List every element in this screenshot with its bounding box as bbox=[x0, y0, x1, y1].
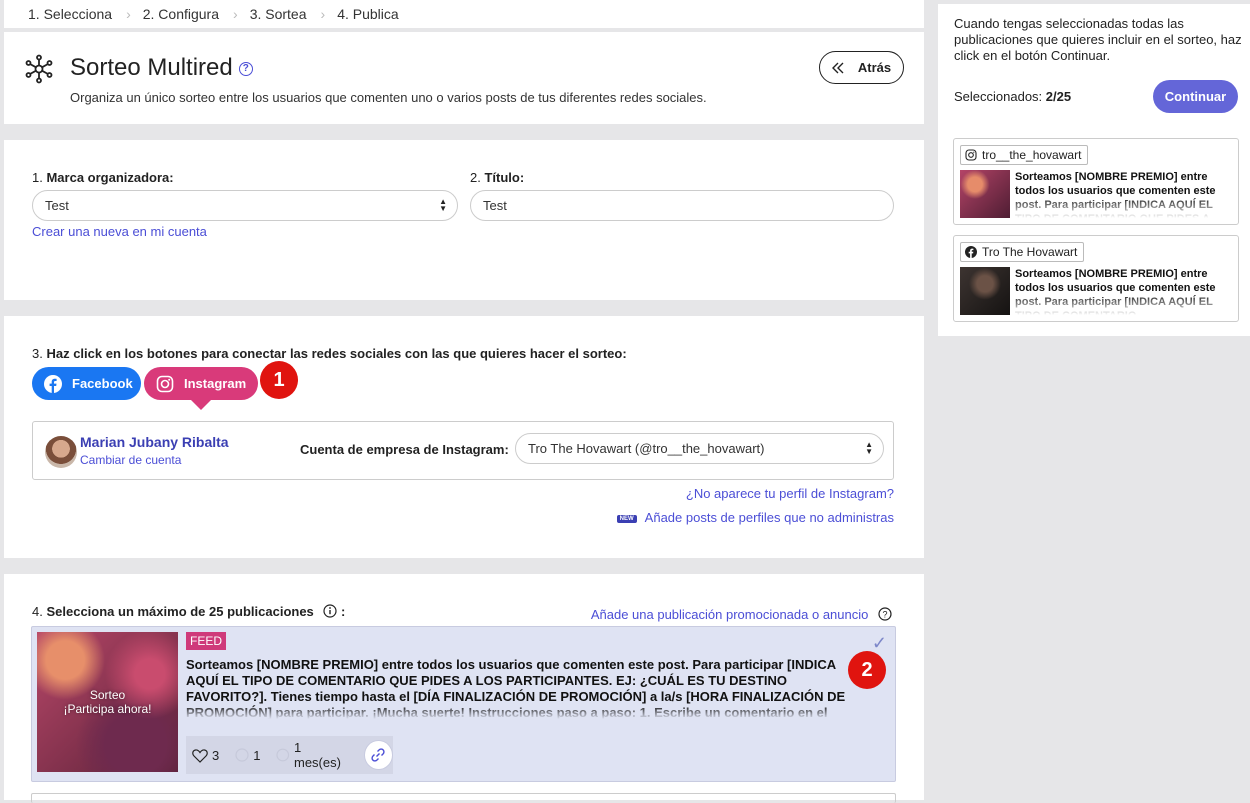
account-tag: tro__the_hovawart bbox=[960, 145, 1089, 165]
facebook-icon bbox=[44, 374, 62, 393]
brand-select[interactable]: Test ▲ ▼ bbox=[32, 190, 458, 221]
selected-post-thumbnail bbox=[960, 267, 1010, 315]
business-account-select[interactable]: Tro The Hovawart (@tro__the_hovawart) ▲ ▼ bbox=[515, 433, 884, 464]
selected-post-card[interactable]: Tro The Hovawart Sorteamos [NOMBRE PREMI… bbox=[953, 235, 1239, 322]
page-header: Sorteo Multired? Organiza un único sorte… bbox=[4, 32, 924, 124]
add-promoted-post-link[interactable]: Añade una publicación promocionada o anu… bbox=[591, 607, 892, 622]
select-arrows-icon: ▲ ▼ bbox=[865, 440, 873, 456]
brand-label: 1. Marca organizadora: bbox=[32, 170, 174, 185]
select-arrows-icon: ▲ ▼ bbox=[439, 197, 447, 213]
post-stats: 3 1 1 mes(es) bbox=[186, 736, 393, 774]
continue-button[interactable]: Continuar bbox=[1153, 80, 1238, 113]
posts-label: 4. Selecciona un máximo de 25 publicacio… bbox=[32, 604, 346, 619]
help-icon[interactable]: ? bbox=[878, 607, 892, 621]
post-card-next[interactable] bbox=[31, 793, 896, 803]
selected-post-card[interactable]: tro__the_hovawart Sorteamos [NOMBRE PREM… bbox=[953, 138, 1239, 225]
create-brand-link[interactable]: Crear una nueva en mi cuenta bbox=[32, 224, 207, 239]
step-select[interactable]: 1. Selecciona bbox=[28, 6, 112, 22]
account-tag-label: Tro The Hovawart bbox=[982, 245, 1078, 259]
add-promoted-post-label: Añade una publicación promocionada o anu… bbox=[590, 607, 869, 622]
title-input[interactable]: Test bbox=[470, 190, 894, 221]
post-type-tag: FEED bbox=[186, 632, 227, 650]
new-badge: NEW bbox=[616, 514, 637, 523]
double-chevron-left-icon bbox=[831, 62, 844, 73]
likes-stat: 3 bbox=[192, 748, 219, 763]
social-networks-section: 3. Haz click en los botones para conecta… bbox=[4, 316, 924, 558]
selected-count: Seleccionados: 2/25 bbox=[954, 89, 1072, 104]
page-subtitle: Organiza un único sorteo entre los usuar… bbox=[70, 90, 707, 105]
post-card-selected[interactable]: Sorteo ¡Participa ahora! FEED ✓ 2 Sorteam… bbox=[31, 626, 896, 782]
post-caption: Sorteamos [NOMBRE PREMIO] entre todos lo… bbox=[186, 657, 846, 719]
step-draw[interactable]: 3. Sortea bbox=[250, 6, 307, 22]
network-hub-icon bbox=[25, 54, 53, 84]
instagram-button-label: Instagram bbox=[184, 376, 247, 391]
back-button[interactable]: Atrás bbox=[819, 51, 904, 84]
sidebar-instructions: Cuando tengas seleccionadas todas las pu… bbox=[954, 16, 1242, 63]
posts-section: 4. Selecciona un máximo de 25 publicacio… bbox=[4, 574, 924, 803]
instagram-connect-button[interactable]: Instagram bbox=[144, 367, 258, 400]
selected-post-caption: Sorteamos [NOMBRE PREMIO] entre todos lo… bbox=[1015, 267, 1235, 315]
selected-post-thumbnail bbox=[960, 170, 1010, 218]
age-stat: 1 mes(es) bbox=[276, 740, 349, 770]
step-configure[interactable]: 2. Configura bbox=[143, 6, 219, 22]
add-external-posts-label: Añade posts de perfiles que no administr… bbox=[644, 510, 894, 525]
avatar bbox=[45, 436, 77, 468]
wizard-steps: 1. Selecciona › 2. Configura › 3. Sortea… bbox=[4, 0, 924, 28]
comments-count: 1 bbox=[253, 747, 261, 763]
selected-post-caption: Sorteamos [NOMBRE PREMIO] entre todos lo… bbox=[1015, 170, 1235, 218]
selection-sidebar: Cuando tengas seleccionadas todas las pu… bbox=[938, 4, 1250, 336]
facebook-connect-button[interactable]: Facebook bbox=[32, 367, 141, 400]
page-title: Sorteo Multired? bbox=[70, 54, 253, 82]
open-post-link-button[interactable] bbox=[363, 740, 393, 770]
checkmark-icon[interactable]: ✓ bbox=[872, 633, 887, 654]
comments-stat: 1 bbox=[235, 748, 260, 763]
back-button-label: Atrás bbox=[857, 60, 892, 75]
facebook-button-label: Facebook bbox=[72, 376, 133, 391]
brand-select-value: Test bbox=[45, 198, 69, 213]
business-account-value: Tro The Hovawart (@tro__the_hovawart) bbox=[528, 441, 765, 456]
comment-icon bbox=[235, 748, 249, 762]
info-icon[interactable] bbox=[323, 604, 338, 618]
post-age: 1 mes(es) bbox=[294, 740, 341, 770]
instagram-icon bbox=[156, 375, 174, 392]
account-name: Marian Jubany Ribalta bbox=[80, 434, 229, 450]
chevron-right-icon: › bbox=[233, 6, 238, 22]
clock-icon bbox=[276, 748, 290, 762]
step-badge-2: 2 bbox=[848, 651, 886, 689]
business-account-label: Cuenta de empresa de Instagram: bbox=[300, 442, 509, 457]
chevron-right-icon: › bbox=[126, 6, 131, 22]
missing-profile-link[interactable]: ¿No aparece tu perfil de Instagram? bbox=[686, 486, 894, 501]
instagram-account-box: Marian Jubany Ribalta Cambiar de cuenta … bbox=[32, 421, 894, 480]
title-label: 2. Título: bbox=[470, 170, 525, 185]
brand-title-section: 1. Marca organizadora: Test ▲ ▼ Crear una… bbox=[4, 140, 924, 300]
instagram-active-pointer bbox=[191, 400, 211, 410]
change-account-link[interactable]: Cambiar de cuenta bbox=[80, 453, 181, 467]
svg-text:?: ? bbox=[882, 610, 887, 620]
help-icon[interactable]: ? bbox=[238, 61, 253, 76]
add-external-posts-link[interactable]: NEW Añade posts de perfiles que no admini… bbox=[616, 510, 894, 525]
post-thumbnail-text: Sorteo ¡Participa ahora! bbox=[63, 688, 152, 716]
instagram-icon bbox=[965, 149, 977, 161]
account-tag-label: tro__the_hovawart bbox=[982, 148, 1082, 162]
likes-count: 3 bbox=[212, 747, 220, 763]
chevron-right-icon: › bbox=[320, 6, 326, 22]
networks-label: 3. Haz click en los botones para conecta… bbox=[32, 346, 627, 361]
step-publish[interactable]: 4. Publica bbox=[337, 6, 398, 22]
link-icon bbox=[371, 748, 386, 762]
title-input-value: Test bbox=[483, 198, 507, 213]
heart-icon bbox=[192, 748, 208, 763]
account-tag: Tro The Hovawart bbox=[960, 242, 1085, 262]
facebook-icon bbox=[965, 246, 977, 258]
step-badge-1: 1 bbox=[260, 361, 298, 399]
page-title-text: Sorteo Multired bbox=[70, 54, 233, 81]
post-thumbnail: Sorteo ¡Participa ahora! bbox=[37, 632, 178, 772]
